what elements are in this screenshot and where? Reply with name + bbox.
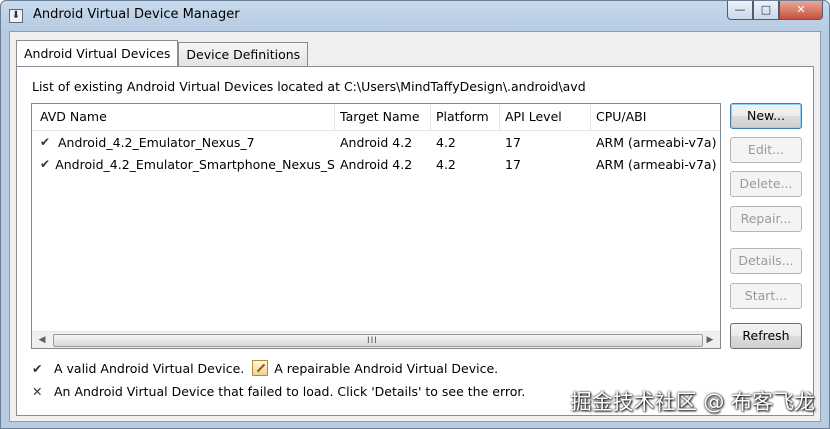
start-button[interactable]: Start...	[730, 283, 802, 309]
cell-target-name: Android 4.2	[340, 135, 413, 150]
legend-failed: ✕ An Android Virtual Device that failed …	[32, 384, 525, 399]
window-title: Android Virtual Device Manager	[33, 7, 240, 22]
legend-repairable-text: A repairable Android Virtual Device.	[274, 360, 499, 376]
edit-button[interactable]: Edit...	[730, 137, 802, 163]
column-header-platform[interactable]: Platform	[431, 104, 500, 130]
watermark: 掘金技术社区 @ 布客飞龙	[570, 390, 815, 414]
legend-valid-repairable: ✔ A valid Android Virtual Device. A repa…	[32, 360, 498, 376]
table-header: AVD Name Target Name Platform API Level …	[32, 104, 720, 131]
table-row[interactable]: ✔ Android_4.2_Emulator_Smartphone_Nexus_…	[32, 155, 720, 176]
avd-manager-window: ⬇ Android Virtual Device Manager — □ ✕ A…	[0, 0, 830, 429]
scroll-right-arrow-icon[interactable]: ▶	[703, 334, 717, 347]
cell-target-name: Android 4.2	[340, 157, 413, 172]
minimize-button[interactable]: —	[727, 1, 753, 20]
avd-name-text: Android_4.2_Emulator_Smartphone_Nexus_S	[55, 157, 335, 172]
avd-path-label: List of existing Android Virtual Devices…	[32, 79, 586, 94]
details-button[interactable]: Details...	[730, 248, 802, 274]
maximize-button[interactable]: □	[753, 1, 779, 20]
column-header-api-level[interactable]: API Level	[500, 104, 591, 130]
client-area: Android Virtual Devices Device Definitio…	[9, 31, 821, 422]
tab-device-definitions[interactable]: Device Definitions	[178, 42, 309, 66]
cell-cpu-abi: ARM (armeabi-v7a)	[596, 135, 717, 150]
repair-icon	[252, 360, 269, 376]
cell-avd-name: ✔ Android_4.2_Emulator_Nexus_7	[32, 133, 335, 154]
cell-platform: 4.2	[436, 157, 456, 172]
cell-api-level: 17	[505, 157, 521, 172]
horizontal-scrollbar[interactable]: ◀ III ▶	[32, 331, 720, 348]
cell-cpu-abi: ARM (armeabi-v7a)	[596, 157, 717, 172]
checkmark-icon: ✔	[40, 157, 51, 171]
avd-name-text: Android_4.2_Emulator_Nexus_7	[58, 135, 255, 150]
tab-strip: Android Virtual Devices Device Definitio…	[16, 40, 309, 66]
scroll-grip: III	[367, 336, 378, 346]
app-icon: ⬇	[9, 9, 23, 23]
legend-valid-text: A valid Android Virtual Device.	[54, 360, 245, 376]
scrollbar-thumb[interactable]: III	[53, 334, 703, 347]
tab-android-virtual-devices[interactable]: Android Virtual Devices	[16, 40, 179, 66]
title-bar[interactable]: ⬇ Android Virtual Device Manager — □ ✕	[1, 1, 829, 31]
scroll-left-arrow-icon[interactable]: ◀	[35, 334, 49, 347]
cell-avd-name: ✔ Android_4.2_Emulator_Smartphone_Nexus_…	[32, 155, 335, 176]
caption-buttons: — □ ✕	[727, 1, 823, 21]
error-x-icon: ✕	[32, 384, 43, 399]
column-header-avd-name[interactable]: AVD Name	[32, 104, 335, 130]
avd-table: AVD Name Target Name Platform API Level …	[31, 103, 721, 349]
legend-failed-text: An Android Virtual Device that failed to…	[54, 384, 526, 399]
tab-panel: List of existing Android Virtual Devices…	[16, 66, 814, 416]
table-row[interactable]: ✔ Android_4.2_Emulator_Nexus_7 Android 4…	[32, 133, 720, 154]
new-button[interactable]: New...	[730, 103, 802, 129]
delete-button[interactable]: Delete...	[730, 171, 802, 197]
refresh-button[interactable]: Refresh	[730, 323, 802, 349]
column-header-cpu-abi[interactable]: CPU/ABI	[591, 104, 720, 130]
checkmark-icon: ✔	[32, 360, 43, 376]
close-button[interactable]: ✕	[779, 1, 823, 20]
cell-api-level: 17	[505, 135, 521, 150]
checkmark-icon: ✔	[40, 135, 51, 149]
repair-button[interactable]: Repair...	[730, 206, 802, 232]
cell-platform: 4.2	[436, 135, 456, 150]
column-header-target-name[interactable]: Target Name	[335, 104, 431, 130]
